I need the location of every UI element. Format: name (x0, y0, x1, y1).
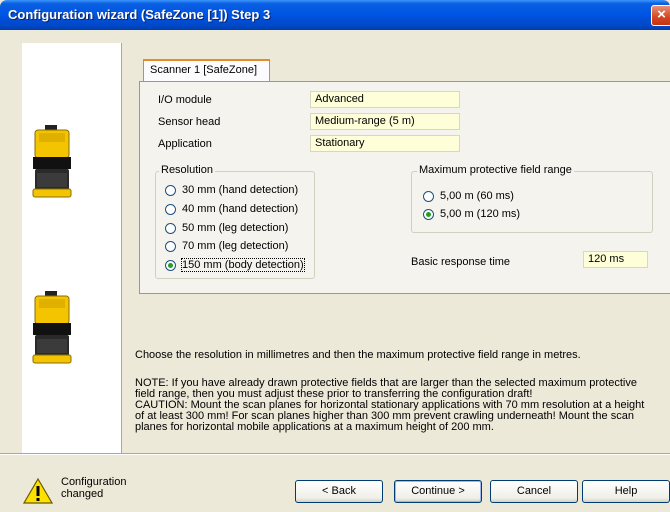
cancel-button[interactable]: Cancel (490, 480, 578, 503)
cancel-button-label: Cancel (516, 485, 552, 497)
side-image-panel (22, 43, 121, 453)
instruction-text: Choose the resolution in millimetres and… (135, 349, 581, 361)
back-button[interactable]: < Back (295, 480, 383, 503)
tab-scanner-1[interactable]: Scanner 1 [SafeZone] (143, 59, 270, 81)
resolution-option-label: 70 mm (leg detection) (182, 240, 289, 252)
max-range-option-label: 5,00 m (60 ms) (440, 190, 514, 202)
status-line-1: Configuration (61, 476, 127, 488)
application-field: Stationary (310, 135, 460, 152)
radio-button[interactable] (165, 241, 176, 252)
radio-button-selected[interactable] (165, 260, 176, 271)
bottom-separator (0, 453, 670, 455)
sensor-head-field: Medium-range (5 m) (310, 113, 460, 130)
max-range-group (411, 171, 653, 233)
response-time-label: Basic response time (411, 256, 511, 268)
title-bar: Configuration wizard (SafeZone [1]) Step… (0, 0, 670, 30)
warning-icon (23, 478, 53, 504)
max-range-option-label: 5,00 m (120 ms) (440, 208, 521, 220)
response-time-field: 120 ms (583, 251, 648, 268)
help-button-label: Help (614, 485, 638, 497)
radio-button[interactable] (423, 191, 434, 202)
resolution-option-label: 40 mm (hand detection) (182, 203, 299, 215)
radio-button[interactable] (165, 204, 176, 215)
status-line-2: changed (61, 488, 104, 500)
io-module-field: Advanced (310, 91, 460, 108)
scanner-image-1 (32, 125, 72, 198)
max-range-group-title: Maximum protective field range (417, 164, 574, 176)
resolution-option-label: 50 mm (leg detection) (182, 222, 289, 234)
back-button-label: < Back (322, 485, 356, 497)
radio-button[interactable] (165, 223, 176, 234)
resolution-option-label: 150 mm (body detection) (181, 258, 305, 272)
resolution-group-title: Resolution (159, 164, 215, 176)
window-title: Configuration wizard (SafeZone [1]) Step… (8, 7, 271, 22)
continue-button-label: Continue > (411, 485, 465, 497)
radio-button[interactable] (165, 185, 176, 196)
application-label: Application (158, 138, 212, 150)
scanner-image-2 (32, 291, 72, 364)
help-button[interactable]: Help (582, 480, 670, 503)
status-text: Configuration changed (61, 476, 126, 500)
sensor-head-label: Sensor head (158, 116, 221, 128)
resolution-option-label: 30 mm (hand detection) (182, 184, 299, 196)
note-line-5: planes for horizontal mobile application… (135, 421, 494, 433)
radio-button-selected[interactable] (423, 209, 434, 220)
close-button[interactable]: × (651, 5, 670, 26)
continue-button[interactable]: Continue > (394, 480, 482, 503)
io-module-label: I/O module (158, 94, 212, 106)
